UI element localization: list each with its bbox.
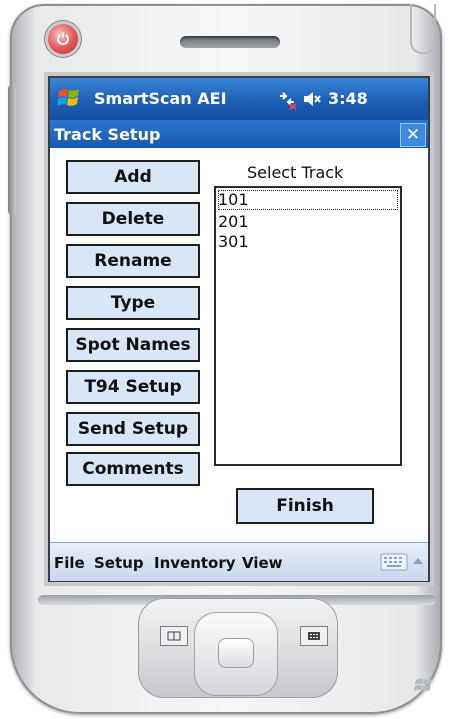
right-soft-key[interactable]	[300, 626, 328, 646]
clock[interactable]: 3:48	[328, 89, 368, 108]
stylus-slot	[410, 4, 436, 54]
menu-file[interactable]: File	[54, 554, 85, 572]
track-list[interactable]: 101 201 301	[214, 186, 402, 466]
type-button[interactable]: Type	[66, 286, 200, 320]
calendar-icon	[167, 631, 181, 641]
close-icon: ✕	[405, 125, 421, 145]
close-button[interactable]: ✕	[400, 123, 426, 147]
finish-button[interactable]: Finish	[236, 488, 374, 524]
input-panel-arrow-icon[interactable]	[412, 556, 424, 566]
rename-button[interactable]: Rename	[66, 244, 200, 278]
spot-names-button[interactable]: Spot Names	[66, 328, 200, 362]
action-button[interactable]	[218, 638, 254, 668]
windows-flag-icon[interactable]	[56, 85, 82, 111]
app-title: SmartScan AEI	[94, 89, 227, 108]
menu-inventory[interactable]: Inventory	[154, 554, 236, 572]
contacts-icon	[308, 632, 320, 640]
select-track-label: Select Track	[247, 163, 344, 182]
add-button[interactable]: Add	[66, 160, 200, 194]
window-title-bar: Track Setup ✕	[50, 120, 428, 148]
menu-setup[interactable]: Setup	[94, 554, 144, 572]
track-list-item[interactable]: 301	[216, 232, 400, 252]
left-soft-key[interactable]	[160, 626, 188, 646]
comments-button[interactable]: Comments	[66, 452, 200, 486]
speaker-grille	[180, 36, 280, 48]
power-button[interactable]	[48, 24, 78, 54]
volume-muted-icon[interactable]	[302, 89, 322, 109]
windows-logo-icon	[414, 678, 432, 691]
delete-button[interactable]: Delete	[66, 202, 200, 236]
track-list-item[interactable]: 101	[218, 190, 398, 210]
status-bar: SmartScan AEI 3:48	[50, 78, 428, 120]
menu-bar: File Setup Inventory View	[50, 542, 428, 581]
send-setup-button[interactable]: Send Setup	[66, 412, 200, 446]
t94-setup-button[interactable]: T94 Setup	[66, 370, 200, 404]
keyboard-icon[interactable]	[380, 553, 408, 571]
connectivity-icon[interactable]	[276, 88, 298, 110]
menu-view[interactable]: View	[242, 554, 283, 572]
screen: SmartScan AEI 3:48 Track Setup ✕ Add Del…	[48, 76, 430, 582]
window-title: Track Setup	[54, 125, 161, 144]
side-button[interactable]	[8, 85, 16, 215]
power-icon	[57, 32, 69, 45]
track-list-item[interactable]: 201	[216, 212, 400, 232]
